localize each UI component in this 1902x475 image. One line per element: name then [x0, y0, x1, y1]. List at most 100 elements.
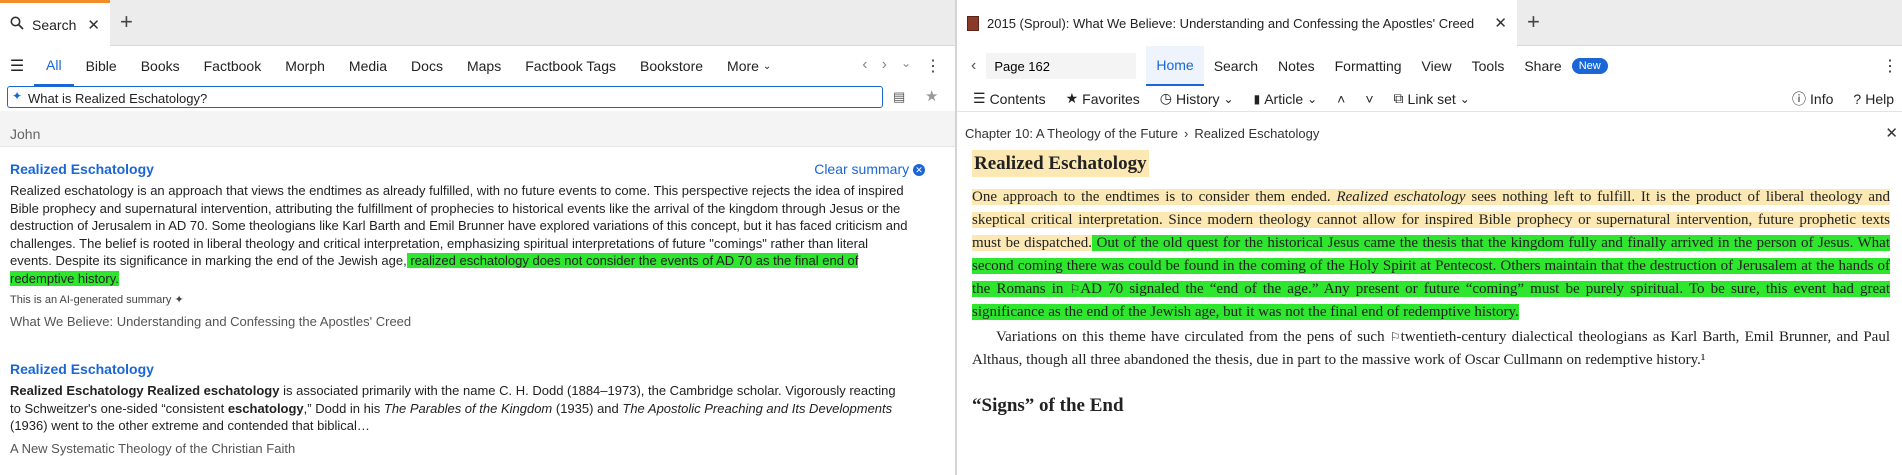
article-label: Article: [1264, 90, 1304, 107]
spark-icon: ✦: [12, 89, 23, 103]
kebab-icon[interactable]: ⋮: [1882, 56, 1902, 76]
close-icon[interactable]: ✕: [1494, 14, 1507, 32]
snippet-italic: The Parables of the Kingdom: [383, 400, 553, 416]
close-icon[interactable]: ✕: [87, 16, 100, 34]
nav-media[interactable]: Media: [337, 46, 399, 86]
nav-factbook[interactable]: Factbook: [192, 46, 274, 86]
nav-all[interactable]: All: [34, 46, 74, 86]
summary-source[interactable]: What We Believe: Understanding and Confe…: [10, 314, 925, 329]
nav-morph[interactable]: Morph: [273, 46, 337, 86]
nav-bible[interactable]: Bible: [74, 46, 129, 86]
chevron-down-icon: ⌄: [1223, 91, 1234, 106]
snippet-text: (1936) went to the other extreme and con…: [10, 418, 370, 433]
nav-maps[interactable]: Maps: [455, 46, 513, 86]
search-icon: [10, 16, 24, 33]
article-button[interactable]: ▮ Article ⌄: [1246, 91, 1326, 107]
ai-summary: Realized Eschatology Clear summary ✕ Rea…: [10, 161, 925, 329]
nav-books[interactable]: Books: [129, 46, 192, 86]
page-field[interactable]: [986, 53, 1137, 79]
paragraph: Variations on this theme have circulated…: [972, 326, 1890, 372]
text-run: Variations on this theme have circulated…: [996, 329, 1390, 345]
search-tab[interactable]: Search ✕: [0, 0, 110, 46]
nav-docs[interactable]: Docs: [399, 46, 455, 86]
right-tab-bar: 2015 (Sproul): What We Believe: Understa…: [957, 0, 1902, 46]
summary-body: Realized eschatology is an approach that…: [10, 182, 910, 287]
snippet-bold: eschatology: [227, 400, 304, 416]
snippet-bold: Realized Eschatology Realized eschatolog…: [10, 383, 280, 398]
snippet-text: ,” Dodd in his: [303, 400, 384, 416]
nav-bookstore[interactable]: Bookstore: [628, 46, 715, 86]
book-tab[interactable]: 2015 (Sproul): What We Believe: Understa…: [957, 0, 1517, 46]
menu-view[interactable]: View: [1412, 46, 1462, 86]
new-badge[interactable]: New: [1571, 58, 1608, 74]
search-result: Realized Eschatology Realized Eschatolog…: [10, 361, 925, 456]
menu-formatting[interactable]: Formatting: [1325, 46, 1412, 86]
help-button[interactable]: ? Help: [1845, 91, 1902, 107]
favorites-button[interactable]: ★ Favorites: [1058, 90, 1148, 107]
more-label: More: [727, 58, 759, 74]
contents-button[interactable]: ☰ Contents: [957, 90, 1054, 107]
tab-title: Search: [32, 16, 77, 33]
breadcrumb: Chapter 10: A Theology of the Future › R…: [957, 122, 1902, 144]
search-results: John Realized Eschatology Clear summary …: [0, 111, 955, 475]
chevron-down-icon[interactable]: ⌄: [901, 56, 911, 76]
menu-notes[interactable]: Notes: [1268, 46, 1325, 86]
chevron-down-icon[interactable]: ˅: [1357, 91, 1381, 107]
nav-more[interactable]: More ⌄: [715, 46, 783, 86]
plus-icon[interactable]: +: [120, 11, 133, 33]
menu-tools[interactable]: Tools: [1462, 46, 1515, 86]
star-icon[interactable]: ★: [925, 87, 938, 105]
info-button[interactable]: ⓘ Info: [1784, 89, 1841, 109]
ai-note: This is an AI-generated summary ✦: [10, 293, 925, 306]
text-run: AD 70 signaled the “end of the age.” Any…: [972, 281, 1890, 320]
green-highlight: Out of the old quest for the historical …: [972, 235, 1890, 320]
search-row: ✦ ▤ ★: [0, 86, 955, 108]
history-icon: ◷: [1159, 90, 1172, 106]
book-icon: [967, 15, 979, 31]
link-set-button[interactable]: ⧉ Link set ⌄: [1386, 90, 1478, 107]
kebab-icon[interactable]: ⋮: [925, 56, 941, 76]
help-icon: ?: [1853, 90, 1862, 107]
menu-search[interactable]: Search: [1204, 46, 1268, 86]
chevron-up-icon[interactable]: ˄: [1329, 91, 1353, 107]
star-icon: ★: [1065, 90, 1079, 106]
search-input[interactable]: [7, 86, 883, 108]
chevron-down-icon: ⌄: [762, 60, 772, 72]
chevron-left-icon[interactable]: ‹: [862, 56, 867, 76]
text-italic: Realized eschatology: [1336, 189, 1466, 205]
list-icon: ☰: [973, 90, 986, 106]
flag-icon[interactable]: ⚐: [1070, 282, 1081, 296]
close-icon[interactable]: ✕: [1885, 124, 1902, 142]
result-source[interactable]: A New Systematic Theology of the Christi…: [10, 441, 925, 456]
help-label: Help: [1865, 90, 1894, 107]
snippet-italic: The Apostolic Preaching and Its Developm…: [622, 400, 893, 416]
chevron-right-icon[interactable]: ›: [882, 56, 887, 76]
bars-icon: ▮: [1253, 91, 1261, 106]
menu-share[interactable]: Share: [1514, 46, 1571, 86]
hamburger-icon[interactable]: ☰: [0, 46, 34, 86]
info-icon: ⓘ: [1792, 90, 1807, 107]
flag-icon[interactable]: ⚐: [1390, 330, 1401, 344]
breadcrumb-chapter[interactable]: Chapter 10: A Theology of the Future: [965, 126, 1178, 141]
chevron-left-icon[interactable]: ‹: [957, 57, 986, 75]
contents-label: Contents: [989, 90, 1046, 107]
close-circle-icon: ✕: [913, 164, 925, 177]
text-run: One approach to the endtimes is to consi…: [972, 189, 1337, 205]
history-button[interactable]: ◷ History ⌄: [1152, 90, 1242, 107]
search-nav: ☰ All Bible Books Factbook Morph Media D…: [0, 46, 955, 86]
menu-home[interactable]: Home: [1146, 46, 1204, 86]
list-icon[interactable]: ▤: [893, 89, 905, 105]
summary-title[interactable]: Realized Eschatology: [10, 161, 925, 177]
reader-content: Realized Eschatology One approach to the…: [972, 150, 1890, 417]
chevron-down-icon: ⌄: [1307, 91, 1318, 106]
clear-summary-button[interactable]: Clear summary ✕: [814, 161, 925, 177]
paragraph: One approach to the endtimes is to consi…: [972, 186, 1890, 324]
history-label: History: [1175, 90, 1220, 107]
plus-icon[interactable]: +: [1527, 11, 1540, 33]
result-title[interactable]: Realized Eschatology: [10, 361, 925, 377]
breadcrumb-section[interactable]: Realized Eschatology: [1194, 126, 1319, 141]
nav-factbook-tags[interactable]: Factbook Tags: [513, 46, 628, 86]
chevron-down-icon: ⌄: [1459, 91, 1470, 106]
info-label: Info: [1810, 90, 1834, 107]
link-set-label: Link set: [1407, 90, 1456, 107]
